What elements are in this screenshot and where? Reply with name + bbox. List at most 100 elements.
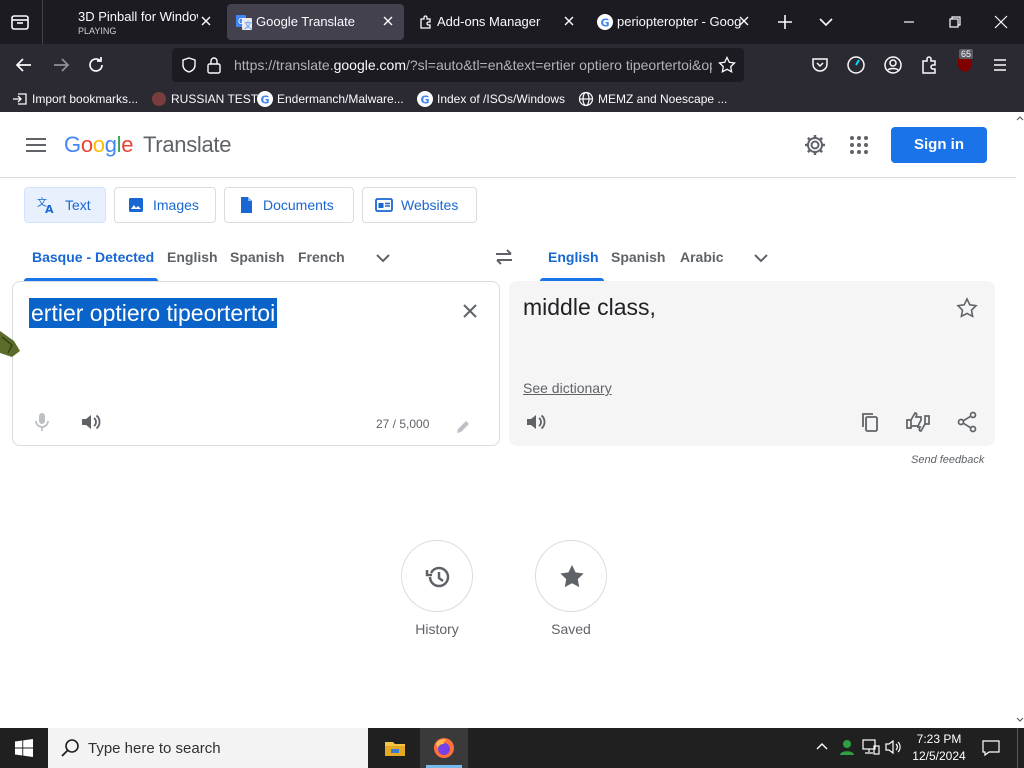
close-icon[interactable] xyxy=(198,13,214,29)
bookmark-star-icon[interactable] xyxy=(718,56,736,74)
listen-source-speaker-icon[interactable] xyxy=(79,411,101,433)
puzzle-icon xyxy=(418,14,434,30)
close-window-icon[interactable] xyxy=(992,13,1010,31)
translation-panel: middle class, See dictionary xyxy=(509,281,995,446)
page-scrollbar[interactable] xyxy=(1016,112,1024,728)
favicon-icon xyxy=(151,91,167,107)
bookmark-import[interactable]: Import bookmarks... xyxy=(12,90,138,108)
globe-icon xyxy=(578,91,594,107)
bookmark-memz[interactable]: MEMZ and Noescape ... xyxy=(578,90,727,108)
extensions-icon[interactable] xyxy=(919,55,939,75)
source-lang-french[interactable]: French xyxy=(298,249,345,265)
tab-list-icon[interactable] xyxy=(10,12,30,32)
notifications-icon[interactable] xyxy=(982,739,1000,757)
logo-letter: G xyxy=(64,132,81,157)
target-lang-spanish[interactable]: Spanish xyxy=(611,249,665,265)
timer-extension-icon[interactable] xyxy=(846,55,866,75)
bookmark-endermanch[interactable]: G Endermanch/Malware... xyxy=(257,90,404,108)
menu-icon[interactable] xyxy=(990,55,1010,75)
back-arrow-icon[interactable] xyxy=(14,55,34,75)
forward-arrow-icon[interactable] xyxy=(51,55,71,75)
source-lang-english[interactable]: English xyxy=(167,249,218,265)
close-icon[interactable] xyxy=(380,13,396,29)
source-lang-spanish[interactable]: Spanish xyxy=(230,249,284,265)
reload-icon[interactable] xyxy=(86,55,106,75)
history-icon xyxy=(425,566,450,588)
new-tab-icon[interactable] xyxy=(776,13,794,31)
mode-label: Documents xyxy=(263,197,334,213)
apps-grid-icon[interactable] xyxy=(848,134,870,156)
url-bar[interactable]: https://translate.google.com/?sl=auto&tl… xyxy=(172,48,744,82)
network-icon[interactable] xyxy=(862,739,880,755)
history-label: History xyxy=(415,621,459,637)
user-tray-icon[interactable] xyxy=(838,738,856,756)
firefox-taskbar-button[interactable] xyxy=(420,728,468,768)
ublock-icon[interactable]: 65 xyxy=(954,49,976,75)
swap-languages-icon[interactable] xyxy=(493,246,515,268)
bookmark-russian-test[interactable]: RUSSIAN TEST xyxy=(151,90,258,108)
windows-start-icon[interactable] xyxy=(15,739,33,757)
save-translation-star-icon[interactable] xyxy=(956,297,978,319)
svg-text:文: 文 xyxy=(244,20,252,30)
rate-translation-icon[interactable] xyxy=(905,410,931,434)
mode-images-button[interactable]: Images xyxy=(114,187,216,223)
mode-label: Text xyxy=(65,197,91,213)
search-placeholder: Type here to search xyxy=(88,740,221,757)
copy-translation-icon[interactable] xyxy=(859,411,881,433)
source-text-input[interactable]: ertier optiero tipeortertoi xyxy=(29,298,278,328)
restore-icon[interactable] xyxy=(946,13,964,31)
mode-documents-button[interactable]: Documents xyxy=(224,187,354,223)
listen-translation-speaker-icon[interactable] xyxy=(524,411,546,433)
logo-letter: e xyxy=(121,132,134,157)
volume-icon[interactable] xyxy=(885,739,903,755)
hamburger-menu-icon[interactable] xyxy=(24,135,48,155)
google-translate-logo[interactable]: Google Translate xyxy=(64,132,231,158)
shield-icon[interactable] xyxy=(180,56,198,74)
clear-text-icon[interactable] xyxy=(460,301,480,321)
show-desktop-button[interactable] xyxy=(1017,728,1024,768)
source-text-panel: ertier optiero tipeortertoi 27 / 5,000 xyxy=(12,281,500,446)
source-lang-detected[interactable]: Basque - Detected xyxy=(32,249,154,265)
settings-gear-icon[interactable] xyxy=(803,133,827,157)
mode-websites-button[interactable]: Websites xyxy=(362,187,477,223)
bookmark-label: RUSSIAN TEST xyxy=(171,92,259,106)
list-tabs-chevron-icon[interactable] xyxy=(817,13,835,31)
history-button[interactable] xyxy=(401,540,473,612)
sign-in-button[interactable]: Sign in xyxy=(891,127,987,163)
tab-title: periopteropter - Google xyxy=(617,14,742,29)
close-icon[interactable] xyxy=(561,13,577,29)
show-hidden-icons-chevron-icon[interactable] xyxy=(815,740,829,754)
account-icon[interactable] xyxy=(883,55,903,75)
minimize-icon[interactable] xyxy=(900,13,918,31)
source-lang-chevron-icon[interactable] xyxy=(374,249,392,267)
saved-star-icon xyxy=(560,565,584,588)
microphone-icon[interactable] xyxy=(33,411,51,433)
tab-pinball[interactable]: 3D Pinball for Windows PLAYING xyxy=(50,4,222,40)
scroll-down-icon[interactable] xyxy=(1016,716,1024,724)
scroll-up-icon[interactable] xyxy=(1016,114,1024,122)
target-lang-chevron-icon[interactable] xyxy=(752,249,770,267)
url-text[interactable]: https://translate.google.com/?sl=auto&tl… xyxy=(234,57,712,73)
lock-icon[interactable] xyxy=(206,56,222,74)
taskbar-search-box[interactable]: Type here to search xyxy=(48,728,368,768)
tab-google-translate[interactable]: G文 Google Translate xyxy=(227,4,404,40)
send-feedback-link[interactable]: Send feedback xyxy=(911,454,984,466)
tab-addons-manager[interactable]: Add-ons Manager xyxy=(408,4,585,40)
taskbar-clock[interactable]: 7:23 PM 12/5/2024 xyxy=(908,731,970,765)
saved-button[interactable] xyxy=(535,540,607,612)
share-icon[interactable] xyxy=(956,411,978,433)
close-icon[interactable] xyxy=(736,13,752,29)
tab-title: Add-ons Manager xyxy=(437,14,541,29)
see-dictionary-link[interactable]: See dictionary xyxy=(523,380,612,396)
firefox-icon xyxy=(434,738,454,758)
clock-date: 12/5/2024 xyxy=(912,749,966,763)
clock-time: 7:23 PM xyxy=(916,732,962,746)
target-lang-arabic[interactable]: Arabic xyxy=(680,249,724,265)
tab-google-search[interactable]: G periopteropter - Google xyxy=(588,4,760,40)
bookmark-isos[interactable]: G Index of /ISOs/Windows xyxy=(417,90,565,108)
pocket-icon[interactable] xyxy=(810,55,830,75)
handwriting-pencil-icon[interactable] xyxy=(454,418,472,436)
mode-text-button[interactable]: 文A Text xyxy=(24,187,106,223)
target-lang-english[interactable]: English xyxy=(548,249,599,265)
file-explorer-icon[interactable] xyxy=(384,737,406,759)
